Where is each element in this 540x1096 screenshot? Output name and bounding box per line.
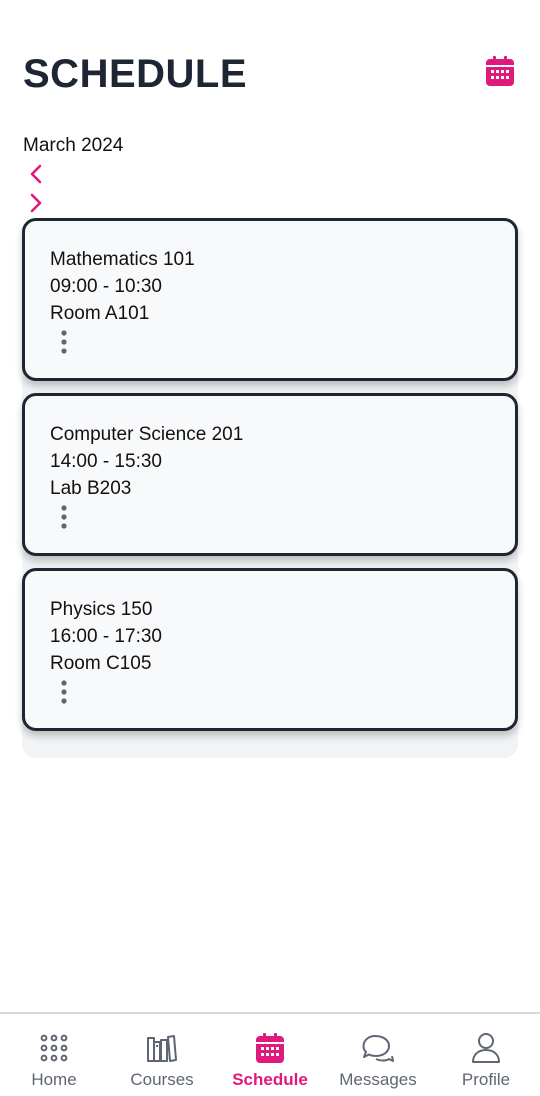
nav-label: Home [31, 1070, 77, 1089]
nav-label: Profile [461, 1070, 511, 1089]
class-time: 14:00 - 15:30 [50, 451, 162, 472]
nav-label: Courses [130, 1070, 194, 1089]
grid-icon [40, 1034, 68, 1062]
chevron-right-icon [30, 193, 42, 213]
nav-item-courses[interactable]: Courses [108, 1014, 216, 1096]
class-room: Room A101 [50, 303, 150, 324]
nav-item-profile[interactable]: Profile [432, 1014, 540, 1096]
class-card[interactable]: Computer Science 201 14:00 - 15:30 Lab B… [22, 393, 518, 556]
class-name: Computer Science 201 [50, 424, 244, 445]
page-title: SCHEDULE [23, 52, 248, 96]
class-time: 16:00 - 17:30 [50, 626, 162, 647]
previous-month-button[interactable] [26, 162, 48, 186]
class-list: Mathematics 101 09:00 - 10:30 Room A101 … [22, 218, 518, 758]
more-options-button[interactable] [56, 504, 72, 532]
more-vertical-icon [61, 680, 67, 704]
nav-item-messages[interactable]: Messages [324, 1014, 432, 1096]
calendar-icon [256, 1033, 284, 1063]
calendar-button[interactable] [484, 55, 516, 87]
class-time: 09:00 - 10:30 [50, 276, 162, 297]
calendar-icon [486, 56, 514, 86]
bottom-navigation: Home Courses Schedule Messages Profile [0, 1012, 540, 1096]
chat-icon [362, 1035, 394, 1062]
more-options-button[interactable] [56, 329, 72, 357]
class-room: Room C105 [50, 653, 152, 674]
nav-label: Schedule [232, 1070, 308, 1089]
class-card[interactable]: Mathematics 101 09:00 - 10:30 Room A101 [22, 218, 518, 381]
class-card[interactable]: Physics 150 16:00 - 17:30 Room C105 [22, 568, 518, 731]
more-vertical-icon [61, 505, 67, 529]
header: SCHEDULE [23, 50, 516, 100]
chevron-left-icon [30, 164, 42, 184]
more-vertical-icon [61, 330, 67, 354]
nav-label: Messages [339, 1070, 417, 1089]
class-name: Physics 150 [50, 599, 153, 620]
nav-item-home[interactable]: Home [0, 1014, 108, 1096]
person-icon [472, 1033, 500, 1063]
more-options-button[interactable] [56, 679, 72, 707]
nav-item-schedule[interactable]: Schedule [216, 1014, 324, 1096]
month-label: March 2024 [23, 135, 124, 156]
class-room: Lab B203 [50, 478, 132, 499]
class-name: Mathematics 101 [50, 249, 195, 270]
books-icon [147, 1035, 177, 1062]
next-month-button[interactable] [26, 191, 48, 215]
